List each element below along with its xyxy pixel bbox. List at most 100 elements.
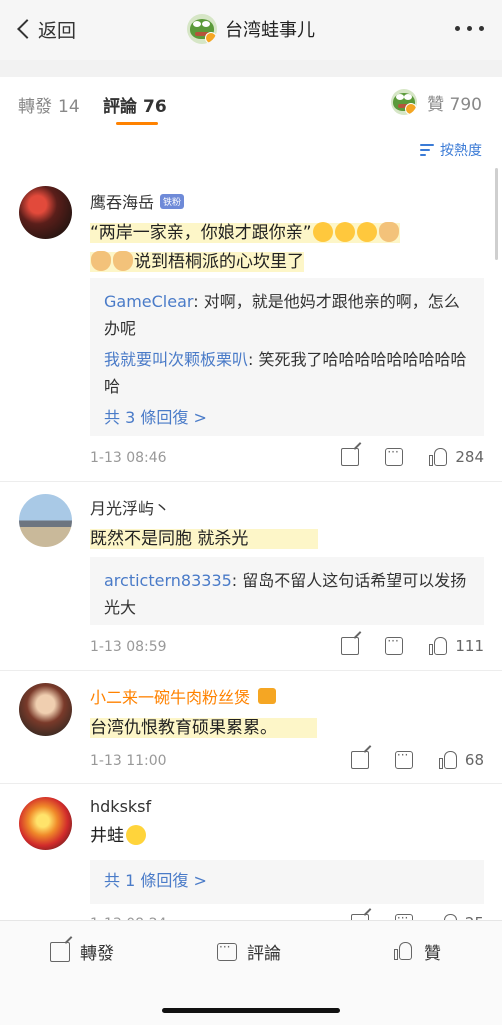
like-button[interactable]: 贊 [394,939,441,964]
comment-icon[interactable] [385,634,404,655]
comment-username-text: 鹰吞海岳 [90,193,155,212]
replies-box: 共 1 條回復 > [90,860,484,904]
avatar[interactable] [19,494,72,547]
avatar[interactable] [19,186,72,239]
frog-like-icon [391,89,418,115]
comment-text-line1: 既然不是同胞 就杀光 [90,529,319,549]
comment-username[interactable]: hdksksf [90,797,484,816]
like-count: 111 [455,637,484,655]
repost-label: 轉發 [80,944,114,964]
tab-repost-count: 14 [58,97,80,117]
tab-like-text: 贊 [427,94,445,115]
comment-text-line1: 台湾仇恨教育硕果累累。 [90,718,317,738]
replies-box: arctictern83335: 留岛不留人这句话希望可以发扬光大 [90,557,484,625]
repost-button[interactable]: 轉發 [50,939,114,964]
tab-bar: 轉發 14 評論 76 贊 790 [0,77,502,129]
avatar[interactable] [19,683,72,736]
comment-text: “两岸一家亲，你娘才跟你亲” 说到梧桐派的心坎里了 [90,219,484,277]
page-title: 台湾蛙事儿 [225,20,315,41]
comment-icon[interactable] [394,748,413,769]
tab-repost[interactable]: 轉發 14 [18,92,80,117]
comment-text: 台湾仇恨教育硕果累累。 [90,714,484,743]
shocked-face-emoji-icon [334,222,355,242]
reply-item: 我就要叫次颗板栗叭: 笑死我了哈哈哈哈哈哈哈哈哈哈 [104,350,467,396]
reply-username[interactable]: arctictern83335 [104,571,232,590]
tab-like-count: 790 [449,94,482,115]
sort-icon [420,144,434,156]
comment-actions: 111 [341,634,484,655]
like-label: 贊 [424,944,441,964]
frog-avatar-icon [187,14,217,44]
comment-meta: 1-13 11:00 68 [90,748,484,775]
tab-comment[interactable]: 評論 76 [103,92,167,117]
tab-like-label: 贊 790 [427,90,482,115]
active-tab-underline [116,122,158,125]
comment-username-text: hdksksf [90,797,152,816]
reply-username[interactable]: 我就要叫次颗板栗叭 [104,350,248,369]
comment-username-text: 月光浮屿丶 [90,499,171,518]
tab-comment-label: 評論 [103,97,137,117]
comment-label: 評論 [247,944,281,964]
reply-item: arctictern83335: 留岛不留人这句话希望可以发扬光大 [104,571,467,617]
laughing-emoji-icon [126,825,146,845]
comment-actions: 284 [341,445,484,466]
comment-username[interactable]: 鹰吞海岳 铁粉 [90,189,484,213]
comment-actions: 68 [350,748,484,769]
section-gap [0,60,502,77]
share-icon[interactable] [341,637,360,655]
share-icon[interactable] [350,751,369,769]
comment-username[interactable]: 小二来一碗牛肉粉丝煲 [90,684,484,708]
nav-bar: 返回 台湾蛙事儿 [0,0,502,60]
comment-icon [217,940,237,961]
nav-title-group: 台湾蛙事儿 [0,14,502,44]
comment-username[interactable]: 月光浮屿丶 [90,495,484,519]
comment-text-line1: “两岸一家亲，你娘才跟你亲” [90,222,400,243]
sort-button[interactable]: 按熱度 [420,140,482,160]
share-icon[interactable] [341,448,360,466]
tab-comment-count: 76 [143,97,167,117]
more-options-icon[interactable] [455,26,484,31]
comment-line1-text: “两岸一家亲，你娘才跟你亲” [90,223,312,243]
comment-text-line1: 井蛙 [90,826,124,846]
fan-badge: 铁粉 [160,193,185,209]
comment-body: 月光浮屿丶 既然不是同胞 就杀光 [90,495,484,554]
comment-username-text: 小二来一碗牛肉粉丝煲 [90,688,251,707]
like-icon[interactable] [429,637,448,655]
praying-hands-emoji-icon [378,222,399,242]
comment-text: 既然不是同胞 就杀光 [90,525,484,554]
comment-body: hdksksf 井蛙 [90,797,484,851]
comment-time: 1-13 11:00 [90,753,167,769]
praying-hands-emoji-icon [91,251,111,271]
comment-icon[interactable] [385,445,404,466]
comment-text-line2: 说到梧桐派的心坎里了 [90,251,304,272]
like-count: 68 [464,751,484,769]
comment-text: 井蛙 [90,822,484,851]
reply-item: GameClear: 对啊，就是他妈才跟他亲的啊，怎么办呢 [104,292,460,338]
divider [0,670,502,671]
tab-like[interactable]: 贊 790 [391,89,482,115]
comment-body: 小二来一碗牛肉粉丝煲 台湾仇恨教育硕果累累。 [90,684,484,743]
replies-box: GameClear: 对啊，就是他妈才跟他亲的啊，怎么办呢 我就要叫次颗板栗叭:… [90,278,484,436]
praying-hands-emoji-icon [113,251,133,271]
shocked-face-emoji-icon [356,222,377,242]
scrollbar-thumb[interactable] [495,168,498,260]
divider [0,481,502,482]
like-icon[interactable] [438,751,457,769]
like-icon[interactable] [429,448,448,466]
comment-meta: 1-13 08:46 284 [90,445,484,472]
reply-username[interactable]: GameClear [104,292,193,311]
shocked-face-emoji-icon [312,222,333,242]
tab-repost-label: 轉發 [18,97,52,117]
comment-line2-text: 说到梧桐派的心坎里了 [134,252,304,272]
share-icon [50,941,70,962]
comment-time: 1-13 08:46 [90,450,167,466]
comment-body: 鹰吞海岳 铁粉 “两岸一家亲，你娘才跟你亲” 说到梧桐派的心坎里了 [90,189,484,277]
like-count: 284 [455,448,484,466]
comment-time: 1-13 08:59 [90,639,167,655]
more-replies-link[interactable]: 共 3 條回復 > [104,404,470,431]
home-indicator [162,1008,340,1013]
avatar[interactable] [19,797,72,850]
comment-button[interactable]: 評論 [217,939,281,964]
more-replies-link[interactable]: 共 1 條回復 > [104,867,470,894]
sort-label: 按熱度 [440,143,482,159]
